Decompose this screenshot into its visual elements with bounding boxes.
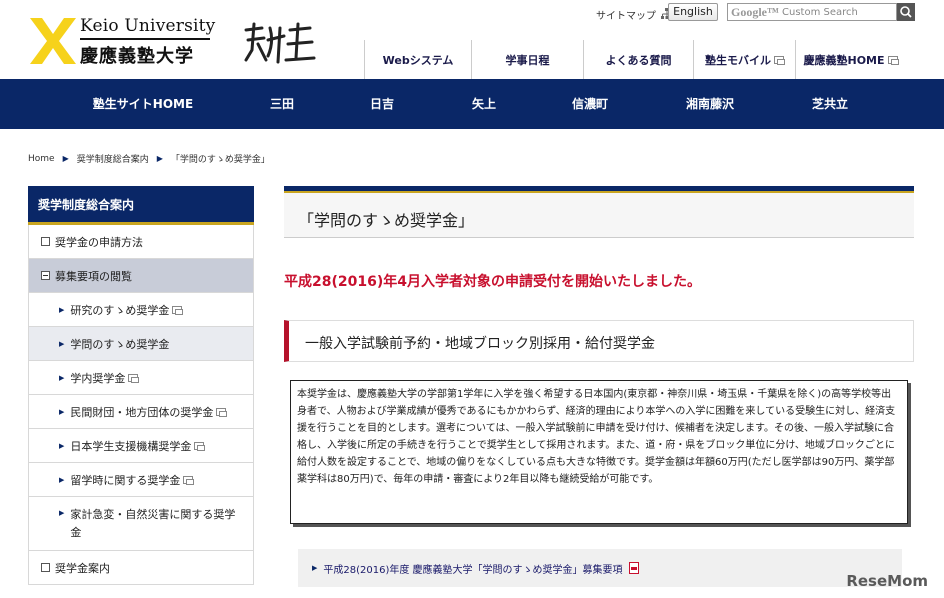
sidebar-item-application[interactable]: 奨学金の申請方法 [28,225,254,259]
logo-divider [80,38,210,40]
search-icon [900,6,912,18]
external-window-icon [194,441,206,451]
triangle-bullet-icon: ▶ [59,373,65,382]
page-title-box: 「学問のすゝめ奨学金」 [284,186,914,238]
sidebar-item-study-abroad[interactable]: ▶ 留学時に関する奨学金 [28,463,254,497]
utility-links: サイトマップ [596,6,673,22]
search-input[interactable]: Google™ Custom Search [727,3,897,21]
main-nav-hiyoshi[interactable]: 日吉 [370,79,394,129]
plus-box-icon [41,237,50,246]
main-nav-shinanomachi[interactable]: 信濃町 [572,79,608,129]
top-nav-web-system[interactable]: Webシステム [364,40,471,79]
main-nav-shiba-kyoritsu[interactable]: 芝共立 [812,79,848,129]
google-logo: Google™ [731,4,779,19]
triangle-bullet-icon: ▶ [59,509,65,517]
sidebar-item-gakumon[interactable]: ▶ 学問のすゝめ奨学金 [28,327,254,361]
sidebar-item-label: 奨学金案内 [55,561,110,575]
breadcrumb: Home ▶ 奨学制度総合案内 ▶ 「学問のすゝめ奨学金」 [28,152,270,166]
sidebar-item-guide[interactable]: 奨学金案内 [28,551,254,585]
sitemap-link[interactable]: サイトマップ [596,7,656,22]
plus-box-icon [41,563,50,572]
external-window-icon [774,55,785,65]
triangle-bullet-icon: ▶ [59,305,65,314]
page-title: 「学問のすゝめ奨学金」 [298,211,475,230]
external-window-icon [887,55,899,65]
site-header: Keio University 慶應義塾大学 サイトマップ English Go… [0,0,944,79]
sidebar-item-label: 奨学金の申請方法 [55,235,143,249]
top-nav-label: 慶應義塾HOME [803,53,885,67]
sidebar-item-jasso[interactable]: ▶ 日本学生支援機構奨学金 [28,429,254,463]
sidebar-item-label: 民間財団・地方団体の奨学金 [70,405,214,419]
top-nav-label: Webシステム [382,53,454,67]
main-nav-yagami[interactable]: 矢上 [472,79,496,129]
sidebar-item-emergency[interactable]: ▶ 家計急変・自然災害に関する奨学金 [28,497,254,551]
resemom-watermark: ReseMom [846,572,928,590]
sidebar-item-private[interactable]: ▶ 民間財団・地方団体の奨学金 [28,395,254,429]
description-text: 本奨学金は、慶應義塾大学の学部第1学年に入学を強く希望する日本国内(東京都・神奈… [290,380,908,524]
sidebar-item-guidelines[interactable]: 募集要項の閲覧 [28,259,254,293]
sidebar-item-label: 留学時に関する奨学金 [70,473,181,487]
search-placeholder: Custom Search [782,6,858,18]
keio-logo[interactable]: Keio University 慶應義塾大学 [28,14,218,70]
external-window-icon [172,305,184,315]
main-nav: 塾生サイトHOME 三田 日吉 矢上 信濃町 湘南藤沢 芝共立 [0,79,944,129]
minus-box-icon [41,271,50,280]
logo-japanese-text: 慶應義塾大学 [80,46,194,67]
pdf-icon [628,562,639,574]
top-nav-keio-home[interactable]: 慶應義塾HOME [795,40,905,79]
sidebar-item-research[interactable]: ▶ 研究のすゝめ奨学金 [28,293,254,327]
section-heading: 一般入学試験前予約・地域ブロック別採用・給付奨学金 [305,336,655,352]
sidebar-item-label: 家計急変・自然災害に関する奨学金 [70,507,236,539]
sidebar-item-label: 募集要項の閲覧 [55,269,132,283]
sidebar-item-label: 日本学生支援機構奨学金 [70,439,192,453]
breadcrumb-home[interactable]: Home [28,154,55,164]
external-window-icon [183,475,195,485]
notice-text: 平成28(2016)年4月入学者対象の申請受付を開始いたしました。 [284,274,701,290]
top-nav-label: 学事日程 [505,53,550,67]
triangle-bullet-icon: ▶ [59,475,65,484]
title-accent-bar [284,191,914,193]
breadcrumb-separator-icon: ▶ [62,154,69,163]
top-nav-faq[interactable]: よくある質問 [583,40,693,79]
breadcrumb-scholarship[interactable]: 奨学制度総合案内 [77,152,149,165]
top-nav-mobile[interactable]: 塾生モバイル [693,40,795,79]
sidebar-item-label: 研究のすゝめ奨学金 [70,303,170,317]
breadcrumb-current: 「学問のすゝめ奨学金」 [170,155,270,165]
sidebar: 奨学制度総合案内 奨学金の申請方法 募集要項の閲覧 ▶ 研究のすゝめ奨学金 ▶ … [28,186,254,585]
calligraphy-logo[interactable] [240,20,320,68]
top-nav: Webシステム 学事日程 よくある質問 塾生モバイル 慶應義塾HOME [364,40,905,79]
keio-pen-logo-icon [30,18,76,64]
section-heading-box: 一般入学試験前予約・地域ブロック別採用・給付奨学金 [284,320,914,362]
external-window-icon [128,373,140,383]
search-button[interactable] [897,3,915,21]
sidebar-item-label: 学内奨学金 [70,371,126,385]
top-nav-label: 塾生モバイル [705,53,771,67]
sidebar-title[interactable]: 奨学制度総合案内 [28,186,254,225]
main-nav-home[interactable]: 塾生サイトHOME [93,79,193,129]
guideline-link[interactable]: ▶ 平成28(2016)年度 慶應義塾大学「学問のすゝめ奨学金」募集要項 [298,549,902,587]
top-nav-calendar[interactable]: 学事日程 [471,40,583,79]
guideline-link-label: 平成28(2016)年度 慶應義塾大学「学問のすゝめ奨学金」募集要項 [323,564,623,576]
top-nav-label: よくある質問 [605,53,672,67]
triangle-bullet-icon: ▶ [59,441,65,450]
external-window-icon [216,407,228,417]
sidebar-item-internal[interactable]: ▶ 学内奨学金 [28,361,254,395]
english-button[interactable]: English [668,3,718,21]
main-nav-mita[interactable]: 三田 [270,79,294,129]
sidebar-item-label: 学問のすゝめ奨学金 [70,337,170,351]
triangle-bullet-icon: ▶ [59,339,65,348]
triangle-bullet-icon: ▶ [59,407,65,416]
logo-english-text: Keio University [80,16,216,36]
triangle-bullet-icon: ▶ [312,564,318,572]
main-nav-shonan-fujisawa[interactable]: 湘南藤沢 [686,79,734,129]
breadcrumb-separator-icon: ▶ [156,154,163,163]
